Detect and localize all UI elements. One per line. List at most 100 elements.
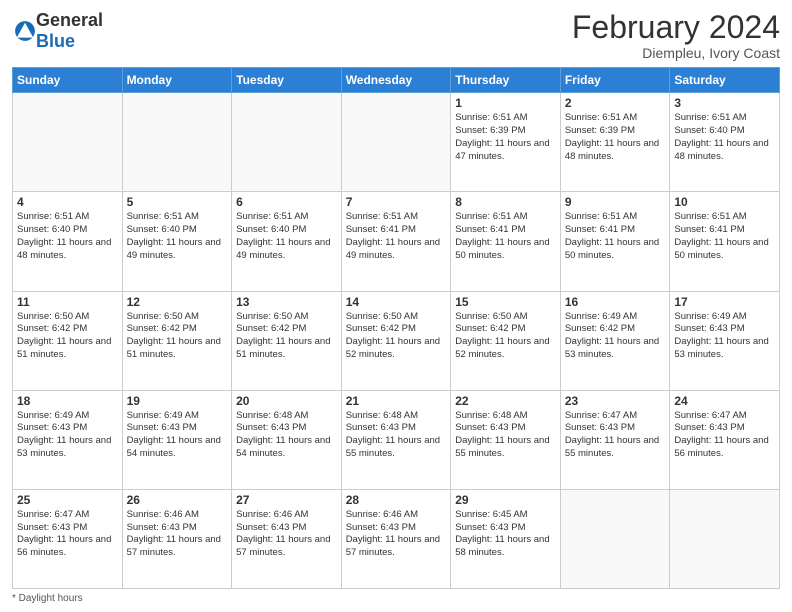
calendar-location: Diempleu, Ivory Coast [572,45,780,61]
calendar-week-3: 18 Sunrise: 6:49 AM Sunset: 6:43 PM Dayli… [13,390,780,489]
table-row: 19 Sunrise: 6:49 AM Sunset: 6:43 PM Dayli… [122,390,232,489]
day-number: 26 [127,493,228,507]
day-info: Sunrise: 6:47 AM Sunset: 6:43 PM Dayligh… [674,410,775,461]
day-number: 13 [236,295,337,309]
day-info: Sunrise: 6:51 AM Sunset: 6:40 PM Dayligh… [127,211,228,262]
day-info: Sunrise: 6:48 AM Sunset: 6:43 PM Dayligh… [236,410,337,461]
calendar-week-4: 25 Sunrise: 6:47 AM Sunset: 6:43 PM Dayli… [13,489,780,588]
day-info: Sunrise: 6:45 AM Sunset: 6:43 PM Dayligh… [455,509,556,560]
table-row: 15Sunrise: 6:50 AM Sunset: 6:42 PM Dayli… [451,291,561,390]
day-number: 12 [127,295,228,309]
day-info: Sunrise: 6:50 AM Sunset: 6:42 PM Dayligh… [346,311,447,362]
day-number: 22 [455,394,556,408]
table-row: 3 Sunrise: 6:51 AM Sunset: 6:40 PM Daylig… [670,93,780,192]
day-info: Sunrise: 6:51 AM Sunset: 6:41 PM Dayligh… [346,211,447,262]
day-number: 19 [127,394,228,408]
day-info: Sunrise: 6:50 AM Sunset: 6:42 PM Dayligh… [236,311,337,362]
day-info: Sunrise: 6:49 AM Sunset: 6:43 PM Dayligh… [17,410,118,461]
day-info: Sunrise: 6:51 AM Sunset: 6:41 PM Dayligh… [455,211,556,262]
day-info: Sunrise: 6:48 AM Sunset: 6:43 PM Dayligh… [346,410,447,461]
day-number: 20 [236,394,337,408]
day-number: 10 [674,195,775,209]
table-row: 29 Sunrise: 6:45 AM Sunset: 6:43 PM Dayli… [451,489,561,588]
day-number: 6 [236,195,337,209]
calendar-week-2: 11 Sunrise: 6:50 AM Sunset: 6:42 PM Dayli… [13,291,780,390]
day-number: 4 [17,195,118,209]
table-row: 6Sunrise: 6:51 AM Sunset: 6:40 PM Daylig… [232,192,342,291]
day-number: 28 [346,493,447,507]
day-info: Sunrise: 6:50 AM Sunset: 6:42 PM Dayligh… [17,311,118,362]
table-row: 11 Sunrise: 6:50 AM Sunset: 6:42 PM Dayli… [13,291,123,390]
footer-note: * Daylight hours [12,593,780,604]
table-row: 22 Sunrise: 6:48 AM Sunset: 6:43 PM Dayli… [451,390,561,489]
day-number: 16 [565,295,666,309]
day-number: 25 [17,493,118,507]
header-thursday: Thursday [451,68,561,93]
calendar-week-1: 4 Sunrise: 6:51 AM Sunset: 6:40 PM Daylig… [13,192,780,291]
table-row: 27Sunrise: 6:46 AM Sunset: 6:43 PM Dayli… [232,489,342,588]
logo-general: General [36,10,103,30]
day-number: 11 [17,295,118,309]
table-row: 9Sunrise: 6:51 AM Sunset: 6:41 PM Daylig… [560,192,670,291]
logo-text: General Blue [36,10,103,52]
table-row: 14 Sunrise: 6:50 AM Sunset: 6:42 PM Dayli… [341,291,451,390]
table-row: 18 Sunrise: 6:49 AM Sunset: 6:43 PM Dayli… [13,390,123,489]
day-number: 3 [674,96,775,110]
day-number: 15 [455,295,556,309]
table-row [13,93,123,192]
calendar-title: February 2024 [572,10,780,45]
table-row: 2 Sunrise: 6:51 AM Sunset: 6:39 PM Daylig… [560,93,670,192]
table-row: 7 Sunrise: 6:51 AM Sunset: 6:41 PM Daylig… [341,192,451,291]
calendar-header-row: Sunday Monday Tuesday Wednesday Thursday… [13,68,780,93]
table-row: 26 Sunrise: 6:46 AM Sunset: 6:43 PM Dayli… [122,489,232,588]
day-info: Sunrise: 6:47 AM Sunset: 6:43 PM Dayligh… [17,509,118,560]
header-tuesday: Tuesday [232,68,342,93]
day-info: Sunrise: 6:51 AM Sunset: 6:40 PM Dayligh… [17,211,118,262]
day-info: Sunrise: 6:46 AM Sunset: 6:43 PM Dayligh… [127,509,228,560]
table-row: 10 Sunrise: 6:51 AM Sunset: 6:41 PM Dayli… [670,192,780,291]
day-info: Sunrise: 6:48 AM Sunset: 6:43 PM Dayligh… [455,410,556,461]
logo-blue: Blue [36,31,75,51]
header-wednesday: Wednesday [341,68,451,93]
day-info: Sunrise: 6:50 AM Sunset: 6:42 PM Dayligh… [127,311,228,362]
calendar-table: Sunday Monday Tuesday Wednesday Thursday… [12,67,780,589]
day-number: 18 [17,394,118,408]
table-row [341,93,451,192]
day-info: Sunrise: 6:51 AM Sunset: 6:39 PM Dayligh… [455,112,556,163]
table-row: 17 Sunrise: 6:49 AM Sunset: 6:43 PM Dayli… [670,291,780,390]
day-info: Sunrise: 6:51 AM Sunset: 6:41 PM Dayligh… [674,211,775,262]
day-info: Sunrise: 6:47 AM Sunset: 6:43 PM Dayligh… [565,410,666,461]
day-number: 14 [346,295,447,309]
day-number: 9 [565,195,666,209]
day-number: 17 [674,295,775,309]
day-info: Sunrise: 6:49 AM Sunset: 6:42 PM Dayligh… [565,311,666,362]
table-row: 8 Sunrise: 6:51 AM Sunset: 6:41 PM Daylig… [451,192,561,291]
day-info: Sunrise: 6:49 AM Sunset: 6:43 PM Dayligh… [674,311,775,362]
day-info: Sunrise: 6:51 AM Sunset: 6:39 PM Dayligh… [565,112,666,163]
day-number: 29 [455,493,556,507]
footer-daylight: Daylight hours [19,593,83,604]
table-row: 20 Sunrise: 6:48 AM Sunset: 6:43 PM Dayli… [232,390,342,489]
table-row [670,489,780,588]
table-row: 24Sunrise: 6:47 AM Sunset: 6:43 PM Dayli… [670,390,780,489]
header: General Blue February 2024 Diempleu, Ivo… [12,10,780,61]
table-row: 12 Sunrise: 6:50 AM Sunset: 6:42 PM Dayli… [122,291,232,390]
calendar-week-0: 1 Sunrise: 6:51 AM Sunset: 6:39 PM Daylig… [13,93,780,192]
logo-icon [14,20,36,42]
day-number: 8 [455,195,556,209]
day-number: 5 [127,195,228,209]
day-info: Sunrise: 6:51 AM Sunset: 6:40 PM Dayligh… [674,112,775,163]
header-sunday: Sunday [13,68,123,93]
table-row: 5 Sunrise: 6:51 AM Sunset: 6:40 PM Daylig… [122,192,232,291]
logo: General Blue [12,10,103,52]
day-number: 2 [565,96,666,110]
table-row [122,93,232,192]
day-number: 1 [455,96,556,110]
day-number: 23 [565,394,666,408]
header-monday: Monday [122,68,232,93]
table-row: 1 Sunrise: 6:51 AM Sunset: 6:39 PM Daylig… [451,93,561,192]
table-row: 13 Sunrise: 6:50 AM Sunset: 6:42 PM Dayli… [232,291,342,390]
day-number: 21 [346,394,447,408]
day-info: Sunrise: 6:49 AM Sunset: 6:43 PM Dayligh… [127,410,228,461]
day-number: 7 [346,195,447,209]
